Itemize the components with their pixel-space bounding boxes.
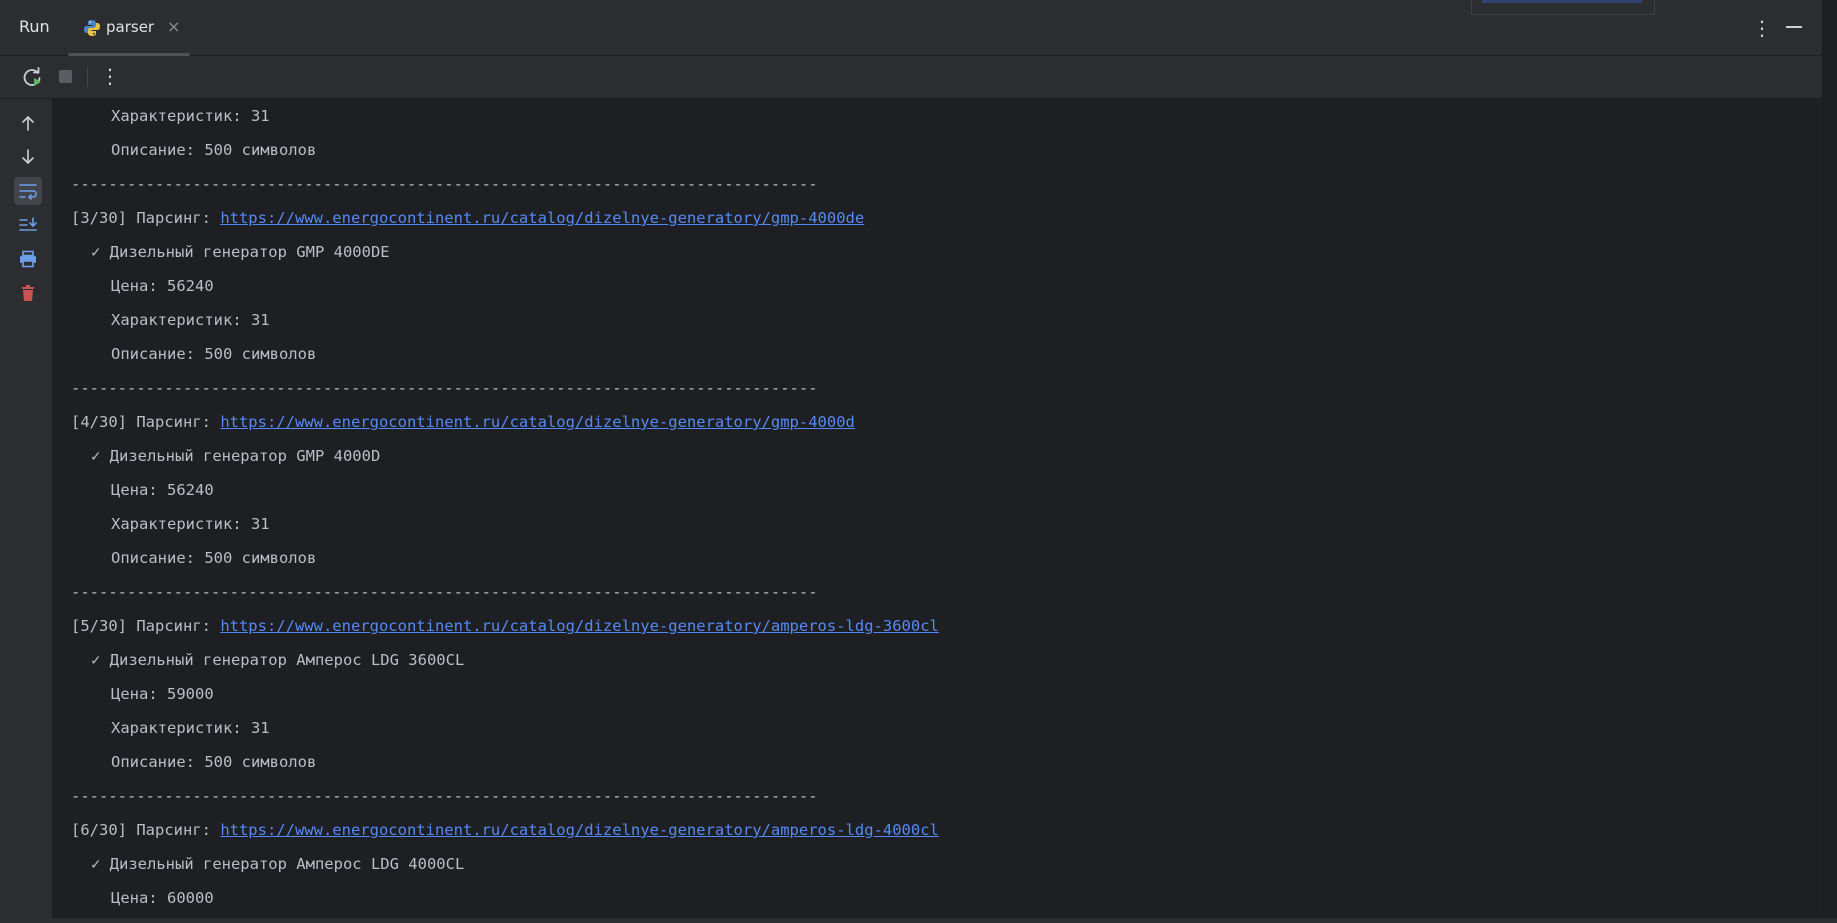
python-icon <box>83 19 101 37</box>
scroll-down-icon[interactable] <box>14 143 42 171</box>
scroll-to-end-icon[interactable] <box>14 211 42 239</box>
console-line-parse: [6/30] Парсинг: https://www.energocontin… <box>71 813 939 847</box>
toolbar-more-icon[interactable]: ⋮ <box>100 64 120 88</box>
console-separator: ----------------------------------------… <box>71 583 818 601</box>
parse-prefix: [5/30] Парсинг: <box>71 617 221 635</box>
scroll-up-icon[interactable] <box>14 109 42 137</box>
console-line: Характеристик: 31 <box>111 311 270 329</box>
console-line: Характеристик: 31 <box>111 107 270 125</box>
console-link[interactable]: https://www.energocontinent.ru/catalog/d… <box>220 209 864 227</box>
rerun-icon[interactable] <box>20 65 44 89</box>
console-line: Описание: 500 символов <box>111 141 317 159</box>
console-output[interactable]: Характеристик: 31 Описание: 500 символов -… <box>53 99 1822 918</box>
console-line: Описание: 500 символов <box>111 753 317 771</box>
console-line: Характеристик: 31 <box>111 719 270 737</box>
console-link[interactable]: https://www.energocontinent.ru/catalog/d… <box>220 413 855 431</box>
run-toolbar: ⋮ <box>0 56 1822 99</box>
console-line: Описание: 500 символов <box>111 549 317 567</box>
console-line: Цена: 60000 <box>111 889 214 907</box>
run-header: Run parser × ⋮ <box>0 0 1822 57</box>
console-line: Цена: 56240 <box>111 277 214 295</box>
console-line-parse: [4/30] Парсинг: https://www.energocontin… <box>71 405 855 439</box>
console-line: Характеристик: 31 <box>111 515 270 533</box>
console-line-success: ✓ Дизельный генератор Амперос LDG 3600CL <box>91 651 465 669</box>
console-line-success: ✓ Дизельный генератор Амперос LDG 4000CL <box>91 855 465 873</box>
console-side-toolbar <box>0 99 53 918</box>
tab-parser[interactable]: parser × <box>68 0 190 57</box>
console-link[interactable]: https://www.energocontinent.ru/catalog/d… <box>220 617 939 635</box>
parse-prefix: [4/30] Парсинг: <box>71 413 221 431</box>
console-line: Цена: 59000 <box>111 685 214 703</box>
minimize-icon[interactable] <box>1786 26 1802 28</box>
tab-label: parser <box>106 18 155 36</box>
soft-wrap-icon[interactable] <box>14 177 42 205</box>
console-line-success: ✓ Дизельный генератор GMP 4000DE <box>91 243 390 261</box>
console-separator: ----------------------------------------… <box>71 175 818 193</box>
clear-all-icon[interactable] <box>14 279 42 307</box>
console-line-parse: [5/30] Парсинг: https://www.energocontin… <box>71 609 939 643</box>
print-icon[interactable] <box>14 245 42 273</box>
bottom-edge <box>0 918 1837 923</box>
console-line-success: ✓ Дизельный генератор GMP 4000D <box>91 447 381 465</box>
toolbar-divider <box>87 67 88 87</box>
console-separator: ----------------------------------------… <box>71 379 818 397</box>
stop-icon[interactable] <box>59 70 72 83</box>
search-popup-edge <box>1471 0 1655 15</box>
more-options-icon[interactable]: ⋮ <box>1752 16 1772 40</box>
console-separator: ----------------------------------------… <box>71 787 818 805</box>
parse-prefix: [3/30] Парсинг: <box>71 209 221 227</box>
console-line-parse: [3/30] Парсинг: https://www.energocontin… <box>71 201 864 235</box>
parse-prefix: [6/30] Парсинг: <box>71 821 221 839</box>
console-line: Описание: 500 символов <box>111 345 317 363</box>
console-line: Цена: 56240 <box>111 481 214 499</box>
run-title: Run <box>19 17 50 36</box>
close-icon[interactable]: × <box>167 17 180 36</box>
console-link[interactable]: https://www.energocontinent.ru/catalog/d… <box>220 821 939 839</box>
